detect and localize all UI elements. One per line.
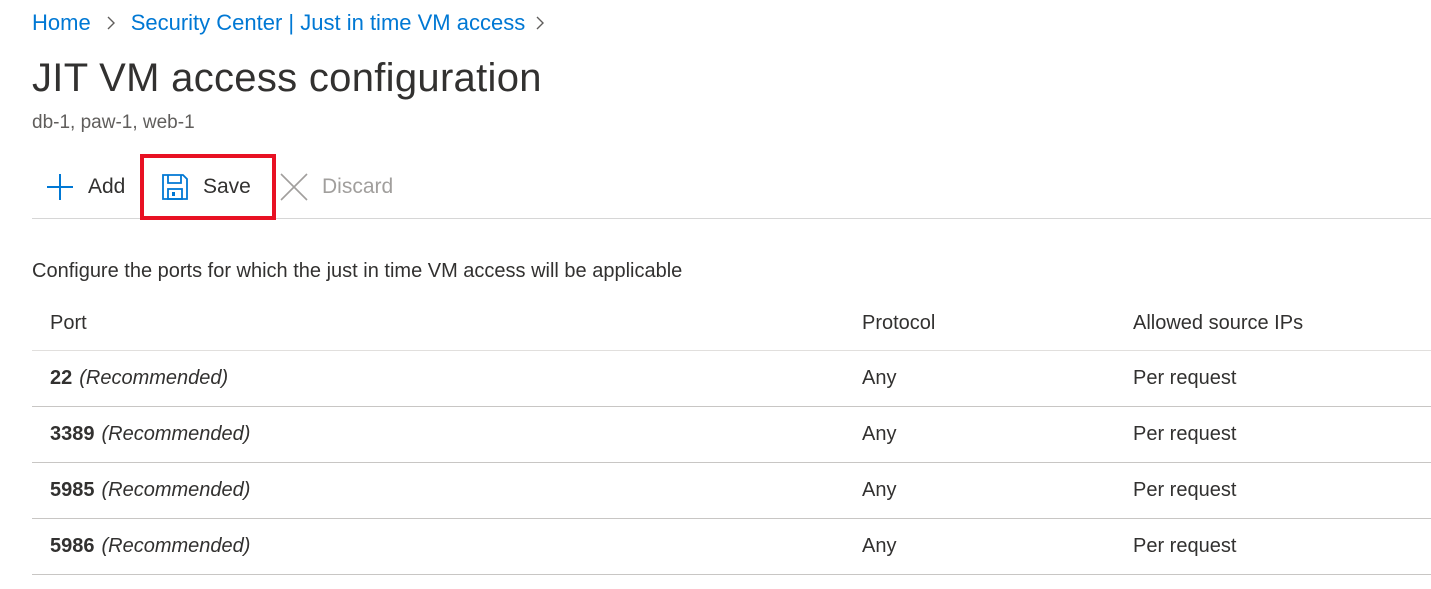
save-button-label: Save [203, 175, 251, 198]
table-row[interactable]: 5985 (Recommended) Any Per request [32, 463, 1431, 519]
source-ips-cell: Per request [1133, 423, 1237, 445]
ports-table: Port Protocol Allowed source IPs 22 (Rec… [32, 296, 1431, 575]
port-cell: 22 (Recommended) [50, 351, 228, 406]
add-button-label: Add [88, 175, 126, 198]
port-cell: 5986 (Recommended) [50, 519, 250, 574]
source-ips-cell: Per request [1133, 479, 1237, 501]
chevron-right-icon [525, 8, 555, 38]
port-note: (Recommended) [101, 535, 251, 557]
ports-description: Configure the ports for which the just i… [32, 260, 683, 282]
discard-button[interactable]: Discard [278, 156, 393, 218]
source-ips-cell: Per request [1133, 535, 1237, 557]
table-row[interactable]: 5986 (Recommended) Any Per request [32, 519, 1431, 575]
close-icon [278, 171, 310, 203]
protocol-cell: Any [862, 423, 897, 445]
plus-icon [44, 171, 76, 203]
column-header-allowed-source-ips: Allowed source IPs [1133, 311, 1304, 334]
command-bar: Add Save Discard [32, 154, 1431, 220]
port-number: 3389 [50, 423, 95, 445]
port-cell: 3389 (Recommended) [50, 407, 250, 462]
protocol-cell: Any [862, 367, 897, 389]
column-header-port: Port [50, 311, 87, 334]
port-number: 5986 [50, 535, 95, 557]
chevron-right-icon [91, 8, 131, 38]
source-ips-cell: Per request [1133, 367, 1237, 389]
port-number: 22 [50, 367, 73, 389]
port-note: (Recommended) [79, 367, 229, 389]
port-cell: 5985 (Recommended) [50, 463, 250, 518]
discard-button-label: Discard [322, 175, 394, 198]
protocol-cell: Any [862, 479, 897, 501]
floppy-disk-icon [159, 171, 191, 203]
breadcrumb-security-center-link[interactable]: Security Center | Just in time VM access [131, 10, 526, 36]
breadcrumb: Home Security Center | Just in time VM a… [32, 8, 555, 38]
save-button[interactable]: Save [159, 156, 251, 218]
port-note: (Recommended) [101, 423, 251, 445]
table-header-row: Port Protocol Allowed source IPs [32, 296, 1431, 351]
column-header-protocol: Protocol [862, 311, 936, 334]
page-subtitle: db-1, paw-1, web-1 [32, 112, 195, 133]
add-button[interactable]: Add [44, 156, 125, 218]
breadcrumb-home-link[interactable]: Home [32, 10, 91, 36]
table-row[interactable]: 3389 (Recommended) Any Per request [32, 407, 1431, 463]
port-note: (Recommended) [101, 479, 251, 501]
page-title: JIT VM access configuration [32, 56, 542, 100]
port-number: 5985 [50, 479, 95, 501]
table-row[interactable]: 22 (Recommended) Any Per request [32, 351, 1431, 407]
protocol-cell: Any [862, 535, 897, 557]
